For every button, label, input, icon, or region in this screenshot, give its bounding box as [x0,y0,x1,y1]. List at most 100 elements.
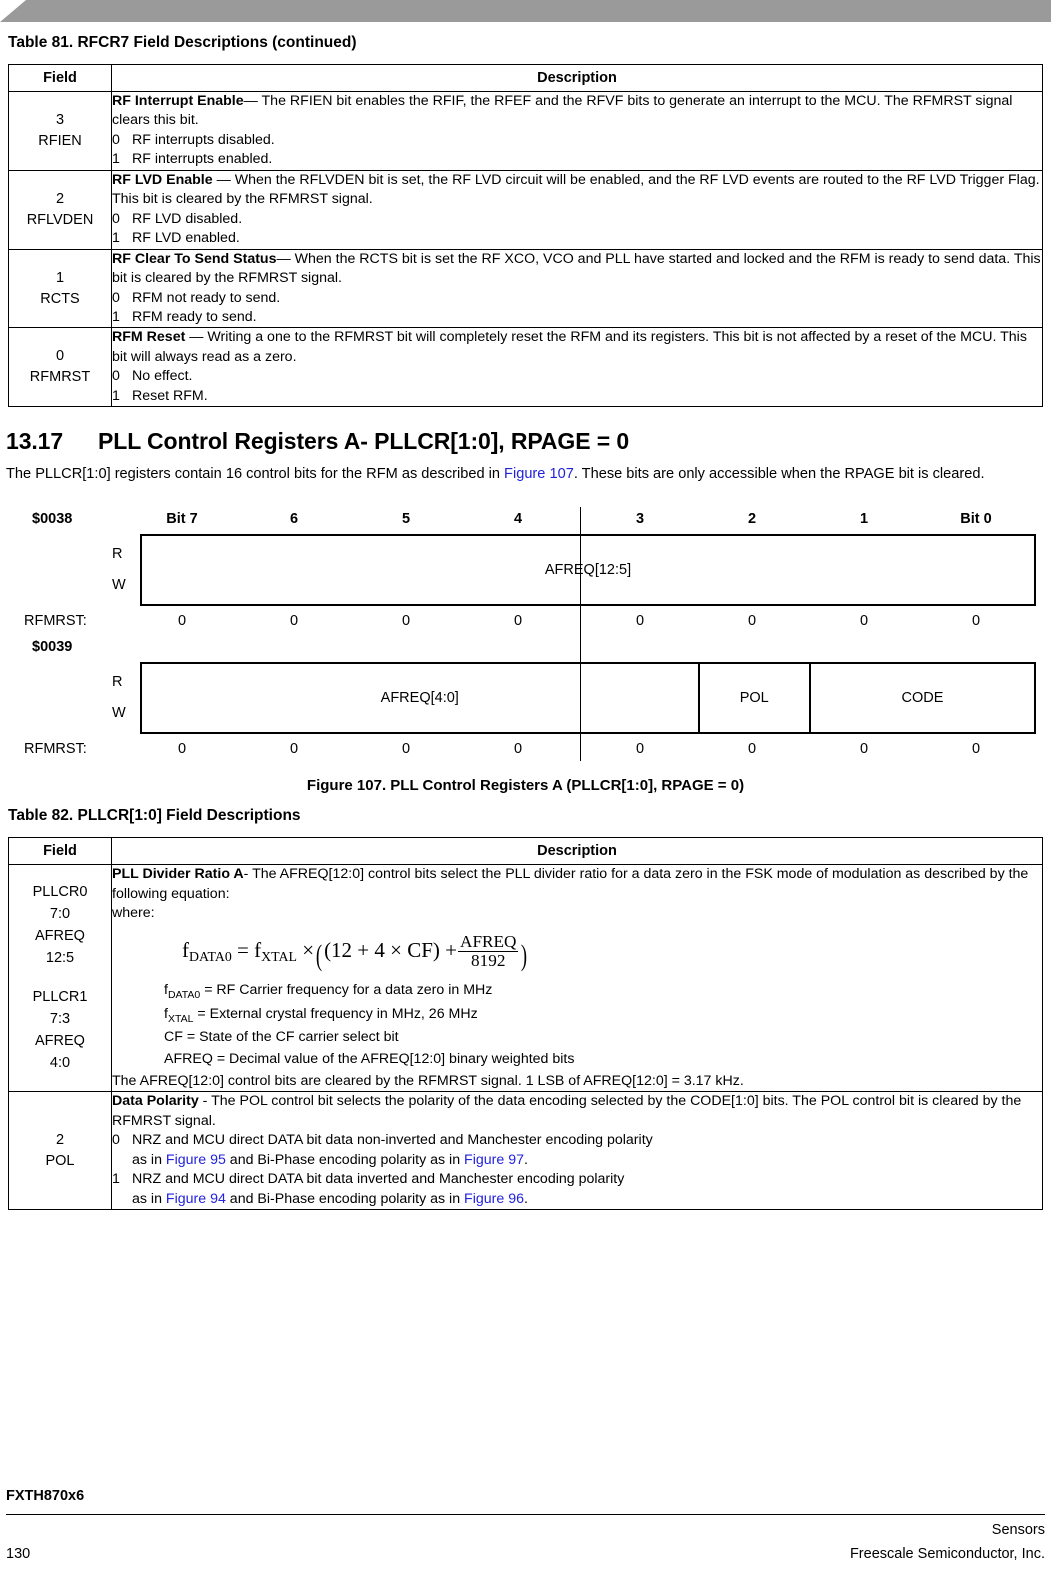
field-bit: 2 [55,1131,65,1148]
section-number: 13.17 [6,428,64,455]
footer-divider [6,1514,1045,1515]
section-heading: 13.17 PLL Control Registers A- PLLCR[1:0]… [6,428,1051,455]
register-field-pol: POL [700,664,811,733]
bit-header-3: 3 [635,511,645,528]
reset-label-0038: RFMRST: [24,613,87,630]
table82-caption: Table 82. PLLCR[1:0] Field Descriptions [8,807,301,825]
reset-value-0039-bit3: 0 [635,741,645,758]
field-bit: 1 [55,269,65,286]
footer-page-number: 130 [6,1546,31,1562]
desc-title: Data Polarity [112,1093,199,1110]
table-row: 2 POL Data Polarity - The POL control bi… [8,1091,1043,1211]
figure-94-link[interactable]: Figure 94 [166,1191,226,1207]
reset-value-0038-bit7: 0 [177,613,187,630]
reset-value-0038-bit3: 0 [635,613,645,630]
field-line-pllcr0-bits: 7:0 [49,906,71,923]
equation-rhs-fxtal: fXTAL [254,937,297,964]
reset-value-0038-bit0: 0 [971,613,981,630]
figure-96-link[interactable]: Figure 96 [464,1191,524,1207]
pll-divider-equation: fDATA0 = fXTAL ×((12 + 4 × CF) + AFREQ 819… [112,924,1042,980]
equation-group: (12 + 4 × CF) + [324,937,458,962]
equation-lhs: fDATA0 [182,937,232,964]
footer-company-name: Freescale Semiconductor, Inc. [849,1546,1045,1562]
register-address-0039: $0039 [32,639,73,656]
equation-times: × [302,937,315,962]
table82-header-field: Field [8,837,112,866]
figure-107-link[interactable]: Figure 107 [504,466,574,482]
bit-header-1: 1 [859,511,869,528]
footer-part-number: FXTH870x6 [6,1488,85,1504]
table81-header-description: Description [111,64,1043,92]
bit-header-2: 2 [747,511,757,528]
field-bit: 3 [55,111,65,128]
reset-value-0039-bit1: 0 [859,741,869,758]
figure-107-caption: Figure 107. PLL Control Registers A (PLL… [306,777,745,795]
equation-fraction: AFREQ 8192 [458,932,519,971]
equation-paren-close: ) [521,939,528,973]
register-field-code: CODE [901,690,944,707]
table-row: 2 RFLVDEN RF LVD Enable — When the RFLVD… [8,169,1043,250]
reset-value-0038-bit4: 0 [513,613,523,630]
option-line: 1 RF LVD enabled. [112,230,240,247]
register-field-afreq-12-5: AFREQ[12:5] [544,562,632,579]
field-line-spacer [9,969,111,987]
equation-definitions: fDATA0 = RF Carrier frequency for a data… [112,980,1042,1070]
table81-field-rfmrst: 0 RFMRST [8,327,112,408]
option-line: 1 RFM ready to send. [112,308,257,325]
option-line: 0 RFM not ready to send. [112,289,281,306]
field-line-pllcr1-afreq: AFREQ [35,1032,85,1049]
table81-field-rfien: 3 RFIEN [8,91,112,171]
field-line-pllcr1-bits: 7:3 [49,1011,71,1028]
field-name: RFLVDEN [26,211,94,228]
write-label-0038: W [112,577,126,594]
table81-field-rflvden: 2 RFLVDEN [8,169,112,250]
bit-header-6: 6 [289,511,299,528]
table82: Field Description PLLCR0 7:0 AFREQ 12:5 … [8,837,1043,1211]
table82-header-description: Description [111,837,1043,866]
field-line-pllcr0-afreq-bits: 12:5 [45,949,75,966]
table81: Field Description 3 RFIEN RF Interrupt E… [8,64,1043,408]
reset-value-0039-bit7: 0 [177,741,187,758]
desc-title: RFM Reset [112,329,186,346]
figure-95-link[interactable]: Figure 95 [166,1152,226,1168]
table82-header-row: Field Description [8,837,1043,866]
bit-header-4: 4 [513,511,523,528]
equation-paren-open: ( [315,939,323,973]
desc-body: — Writing a one to the RFMRST bit will c… [112,329,1027,365]
where-label: where: [112,905,155,922]
definition-fxtal: fXTAL = External crystal frequency in MH… [164,1005,478,1025]
table82-desc-pllcr: PLL Divider Ratio A- The AFREQ[12:0] con… [111,864,1043,1093]
footer-sensors-label: Sensors [991,1522,1045,1538]
option-line-continued: as in Figure 95 and Bi-Phase encoding po… [132,1151,528,1168]
register-box-0039: AFREQ[4:0] POL CODE [140,662,1036,735]
section-text-part1: The PLLCR[1:0] registers contain 16 cont… [6,466,505,483]
desc-body: - The AFREQ[12:0] control bits select th… [112,866,1029,902]
figure-97-link[interactable]: Figure 97 [464,1152,524,1168]
table81-desc-rflvden: RF LVD Enable — When the RFLVDEN bit is … [111,169,1043,250]
option-line: 0 RF interrupts disabled. [112,131,275,148]
table-row: 1 RCTS RF Clear To Send Status— When the… [8,248,1043,329]
read-label-0038: R [112,546,123,563]
option-line: 1 Reset RFM. [112,387,208,404]
field-line-pllcr1-afreq-bits: 4:0 [49,1054,71,1071]
table81-header-row: Field Description [8,64,1043,92]
table-row: PLLCR0 7:0 AFREQ 12:5 PLLCR1 7:3 AFREQ 4… [8,864,1043,1093]
field-name: RCTS [40,290,80,307]
desc-body: - The POL control bit selects the polari… [112,1093,1022,1129]
section-text-part2: . These bits are only accessible when th… [573,466,985,483]
desc-body: — When the RFLVDEN bit is set, the RF LV… [112,171,1040,208]
reset-value-0038-bit1: 0 [859,613,869,630]
figure-107: Bit 7 6 5 4 3 2 1 Bit 0 $0038 R W AFREQ[… [0,507,1051,794]
table81-desc-rfmrst: RFM Reset — Writing a one to the RFMRST … [111,327,1043,408]
bit-header-5: 5 [401,511,411,528]
pllcr-closing-text: The AFREQ[12:0] control bits are cleared… [112,1072,744,1089]
read-label-0039: R [112,674,123,691]
register-field-afreq-4-0: AFREQ[4:0] [142,664,700,733]
table81-desc-rfien: RF Interrupt Enable— The RFIEN bit enabl… [111,91,1043,171]
reset-value-0039-bit4: 0 [513,741,523,758]
table82-field-pllcr: PLLCR0 7:0 AFREQ 12:5 PLLCR1 7:3 AFREQ 4… [8,864,112,1093]
reset-value-0038-bit5: 0 [401,613,411,630]
option-line-continued: as in Figure 94 and Bi-Phase encoding po… [132,1190,528,1207]
table81-header-field: Field [8,64,112,92]
table81-field-rcts: 1 RCTS [8,248,112,329]
